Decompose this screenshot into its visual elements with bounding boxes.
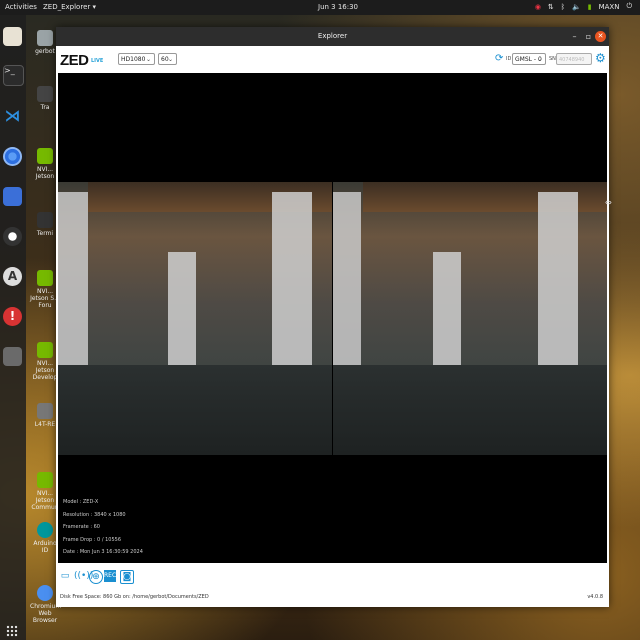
chromium-icon[interactable] — [3, 147, 22, 166]
info-model: Model : ZED-X — [63, 499, 99, 505]
chevron-down-icon: ⌄ — [536, 56, 542, 63]
zed-toolbar: ZED LIVE HD1080 ⌄ 60 ⌄ ⟳ ID GMSL - 0 ⌄ S… — [56, 46, 609, 73]
info-frame-drop: Frame Drop : 0 / 10556 — [63, 536, 122, 543]
close-button[interactable]: ✕ — [595, 31, 606, 42]
screenshot-icon[interactable] — [3, 187, 22, 206]
volume-icon: 🔈 — [572, 2, 581, 11]
top-bar: Activities ZED_Explorer ▾ Jun 3 16:30 ◉ … — [0, 0, 640, 15]
update-alert-icon[interactable]: ! — [3, 307, 22, 326]
info-date: Date : Mon Jun 3 16:30:59 2024 — [63, 549, 143, 555]
floor — [58, 365, 332, 455]
pillar — [538, 192, 578, 392]
zed-explorer-icon[interactable] — [3, 347, 22, 366]
power-mode-icon: ▮ — [587, 2, 592, 11]
record-icon[interactable]: REC — [104, 570, 116, 582]
terminal-icon — [37, 212, 53, 228]
sn-label: SN — [549, 56, 556, 62]
software-center-icon[interactable]: A — [3, 267, 22, 286]
settings-gear-icon[interactable]: ⚙ — [595, 51, 606, 65]
left-camera-image — [58, 182, 332, 455]
mouse-cursor: ⇔ — [605, 198, 612, 207]
home-folder-icon — [37, 30, 53, 46]
bottom-bar: ▭ ((•)) ⊕ REC ◙ Disk Free Space: 860 Gb … — [56, 563, 609, 607]
camera-snapshot-icon[interactable]: ◙ — [120, 570, 134, 584]
files-icon[interactable] — [3, 27, 22, 46]
serial-number-field[interactable]: 40748940 — [556, 53, 592, 65]
live-badge: LIVE — [91, 58, 104, 64]
chevron-down-icon: ⌄ — [167, 56, 173, 63]
chromium-icon — [37, 585, 53, 601]
document-icon — [37, 403, 53, 419]
info-framerate: Framerate : 60 — [63, 524, 100, 530]
nvidia-settings-icon[interactable]: ◉ — [535, 3, 541, 11]
app-menu[interactable]: ZED_Explorer ▾ — [43, 3, 96, 11]
stream-icon[interactable]: ((•)) — [74, 570, 93, 582]
maximize-button[interactable]: ▫ — [583, 31, 594, 42]
explorer-window: Explorer – ▫ ✕ ZED LIVE HD1080 ⌄ 60 ⌄ ⟳ … — [56, 27, 609, 607]
vscode-icon[interactable]: ⋊ — [3, 106, 22, 125]
camera-id-select[interactable]: GMSL - 0 ⌄ — [512, 53, 546, 65]
fps-select[interactable]: 60 ⌄ — [158, 53, 177, 65]
system-tray[interactable]: ◉ ⇅ ᛒ 🔈 ▮ MAXN ⏻ — [535, 2, 632, 11]
clock[interactable]: Jun 3 16:30 — [318, 3, 358, 11]
arduino-icon — [37, 522, 53, 538]
pillar — [272, 192, 312, 392]
right-camera-image — [333, 182, 607, 455]
nvidia-icon — [37, 148, 53, 164]
activities-button[interactable]: Activities — [5, 3, 37, 11]
obs-icon[interactable] — [3, 227, 22, 246]
nvidia-icon — [37, 270, 53, 286]
nvidia-icon — [37, 472, 53, 488]
resolution-select[interactable]: HD1080 ⌄ — [118, 53, 155, 65]
nvidia-icon — [37, 342, 53, 358]
folder-icon[interactable]: ▭ — [59, 570, 71, 582]
dock: >_ ⋊ A ! — [0, 15, 26, 640]
network-icon: ⇅ — [547, 2, 554, 11]
power-icon[interactable]: ⏻ — [626, 2, 632, 11]
info-resolution: Resolution : 3840 x 1080 — [63, 511, 126, 518]
version-label: v4.0.8 — [587, 594, 603, 600]
camera-view[interactable] — [58, 73, 607, 563]
zed-logo: ZED — [60, 52, 89, 69]
window-titlebar[interactable]: Explorer – ▫ ✕ — [56, 27, 609, 46]
window-title: Explorer — [317, 32, 348, 40]
chevron-down-icon: ⌄ — [145, 56, 151, 63]
terminal-icon[interactable]: >_ — [3, 65, 24, 86]
refresh-icon[interactable]: ⟳ — [495, 53, 503, 64]
disk-status: Disk Free Space: 860 Gb on: /home/gerbot… — [60, 594, 209, 600]
power-mode-label[interactable]: MAXN — [599, 3, 620, 11]
floor — [333, 365, 607, 455]
camera-info-overlay: Model : ZED-X Resolution : 3840 x 1080 F… — [63, 496, 143, 559]
minimize-button[interactable]: – — [569, 31, 580, 42]
bluetooth-icon: ᛒ — [560, 2, 565, 11]
compass-icon[interactable]: ⊕ — [89, 570, 103, 584]
id-label: ID — [506, 56, 512, 62]
show-applications-icon[interactable] — [6, 625, 18, 637]
trash-icon — [37, 86, 53, 102]
